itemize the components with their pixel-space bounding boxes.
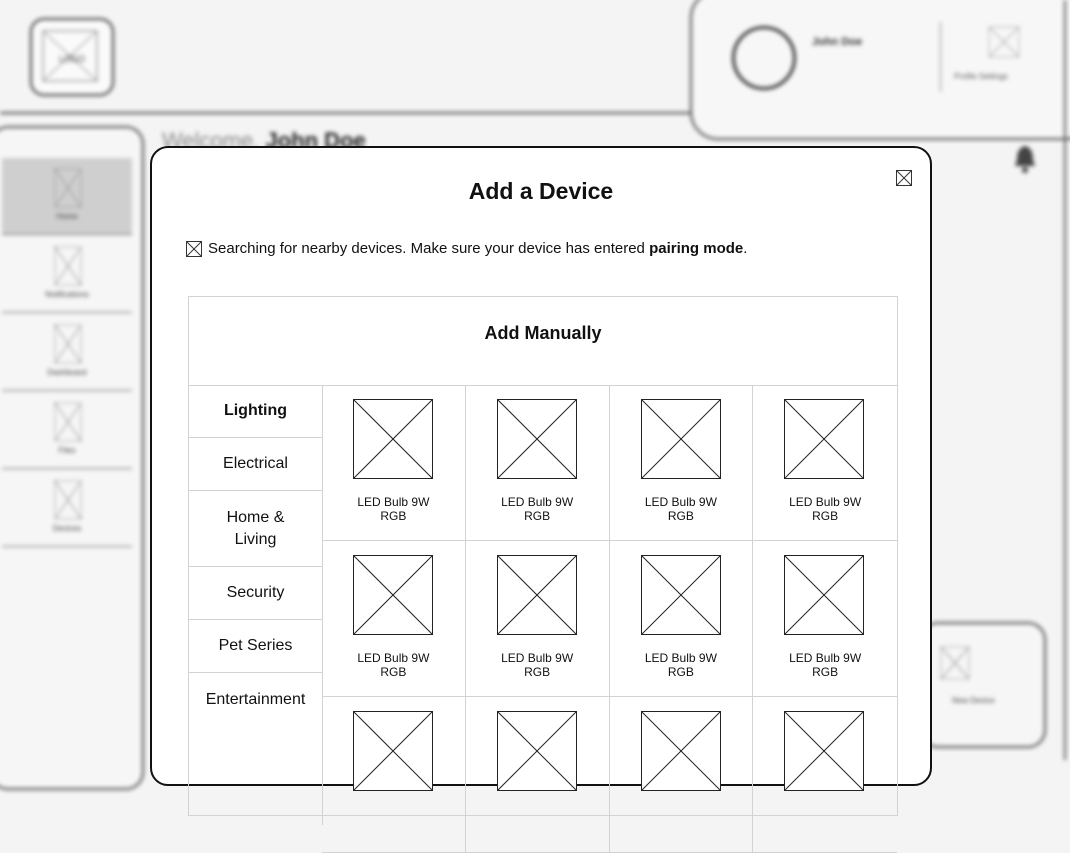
search-status-emphasis: pairing mode <box>649 240 744 257</box>
logo: LOGO <box>30 18 114 96</box>
category-pet-series[interactable]: Pet Series <box>189 620 322 673</box>
sidebar-item-label: Devices <box>52 524 82 533</box>
image-placeholder-icon <box>496 711 577 791</box>
home-icon <box>54 168 82 208</box>
image-placeholder-icon <box>496 555 577 635</box>
device-tile[interactable]: LED Bulb 9W RGB <box>465 385 610 541</box>
search-status-icon <box>186 240 202 257</box>
avatar[interactable] <box>732 26 796 90</box>
device-tile[interactable]: LED Bulb 9W RGB <box>753 385 897 541</box>
device-label: LED Bulb 9W RGB <box>644 651 717 679</box>
device-label: LED Bulb 9W RGB <box>357 495 430 523</box>
logo-text: LOGO <box>58 54 85 64</box>
category-label: Home & Living <box>226 508 285 548</box>
category-label: Security <box>226 584 285 601</box>
devices-icon <box>54 480 82 520</box>
category-entertainment[interactable]: Entertainment <box>189 673 322 726</box>
device-tile[interactable]: LED Bulb 9W RGB <box>465 541 610 697</box>
add-manually-panel: Add Manually Lighting Electrical Home & … <box>188 296 898 853</box>
category-lighting[interactable]: Lighting <box>189 385 322 438</box>
sidebar: Home Notifications Dashboard Files Devic… <box>0 126 144 790</box>
new-device-card[interactable]: New Device <box>920 622 1046 748</box>
search-status: Searching for nearby devices. Make sure … <box>186 240 747 257</box>
new-device-label: New Device <box>952 696 995 705</box>
notifications-icon <box>54 246 82 286</box>
sidebar-item-label: Home <box>56 212 78 221</box>
device-tile[interactable]: LED Bulb 9W RGB <box>753 541 897 697</box>
image-placeholder-icon <box>496 399 577 479</box>
image-placeholder-icon <box>353 555 433 635</box>
user-name: John Doe <box>812 36 863 48</box>
image-placeholder-icon <box>784 399 865 479</box>
frame-edge <box>1064 0 1066 760</box>
image-placeholder-icon <box>640 555 721 635</box>
device-label: LED Bulb 9W RGB <box>357 651 430 679</box>
profile-card[interactable]: John Doe Profile Settings <box>690 0 1070 140</box>
settings-icon[interactable] <box>988 26 1020 58</box>
device-tile[interactable]: LED Bulb 9W RGB <box>322 385 466 541</box>
image-placeholder-icon <box>353 399 433 479</box>
category-label: Entertainment <box>205 690 306 708</box>
device-tile[interactable]: LED Bulb 9W RGB <box>609 541 754 697</box>
device-label: LED Bulb 9W RGB <box>501 495 574 523</box>
category-electrical[interactable]: Electrical <box>189 438 322 491</box>
modal-title: Add a Device <box>468 178 614 204</box>
device-label: LED Bulb 9W RGB <box>501 651 574 679</box>
device-grid: LED Bulb 9W RGB LED Bulb 9W RGB LED Bulb 9… <box>322 385 897 853</box>
sidebar-item-home[interactable]: Home <box>2 158 132 235</box>
dashboard-icon <box>54 324 82 364</box>
device-tile[interactable] <box>465 697 610 853</box>
sidebar-item-label: Notifications <box>45 290 89 299</box>
category-label: Electrical <box>223 455 288 472</box>
sidebar-item-dashboard[interactable]: Dashboard <box>2 314 132 391</box>
device-tile[interactable] <box>753 697 897 853</box>
search-status-text: Searching for nearby devices. Make sure … <box>208 240 650 257</box>
device-tile[interactable] <box>609 697 754 853</box>
device-label: LED Bulb 9W RGB <box>789 495 862 523</box>
sidebar-item-devices[interactable]: Devices <box>2 470 132 547</box>
files-icon <box>54 402 82 442</box>
bell-icon[interactable] <box>1012 144 1038 174</box>
category-security[interactable]: Security <box>189 567 322 620</box>
device-tile[interactable] <box>322 697 466 853</box>
add-device-modal: Add a Device Searching for nearby device… <box>150 146 932 853</box>
profile-settings-label[interactable]: Profile Settings <box>954 72 1008 81</box>
device-label: LED Bulb 9W RGB <box>644 495 717 523</box>
profile-divider <box>940 22 941 92</box>
category-label: Pet Series <box>218 637 293 654</box>
device-tile[interactable]: LED Bulb 9W RGB <box>322 541 466 697</box>
search-status-suffix: . <box>743 240 748 257</box>
sidebar-item-label: Files <box>58 446 76 455</box>
sidebar-item-notifications[interactable]: Notifications <box>2 236 132 313</box>
device-label: LED Bulb 9W RGB <box>789 651 862 679</box>
image-placeholder-icon <box>784 711 865 791</box>
device-tile[interactable]: LED Bulb 9W RGB <box>609 385 754 541</box>
image-placeholder-icon <box>784 555 865 635</box>
category-list: Lighting Electrical Home & Living Securi… <box>189 385 323 825</box>
category-home-living[interactable]: Home & Living <box>189 491 322 567</box>
image-placeholder-icon <box>353 711 433 791</box>
image-placeholder-icon <box>640 399 721 479</box>
image-placeholder-icon <box>640 711 721 791</box>
sidebar-item-files[interactable]: Files <box>2 392 132 469</box>
sidebar-item-label: Dashboard <box>47 368 87 377</box>
category-label: Lighting <box>223 402 288 419</box>
new-device-icon <box>940 646 970 680</box>
add-manually-title: Add Manually <box>189 297 897 386</box>
